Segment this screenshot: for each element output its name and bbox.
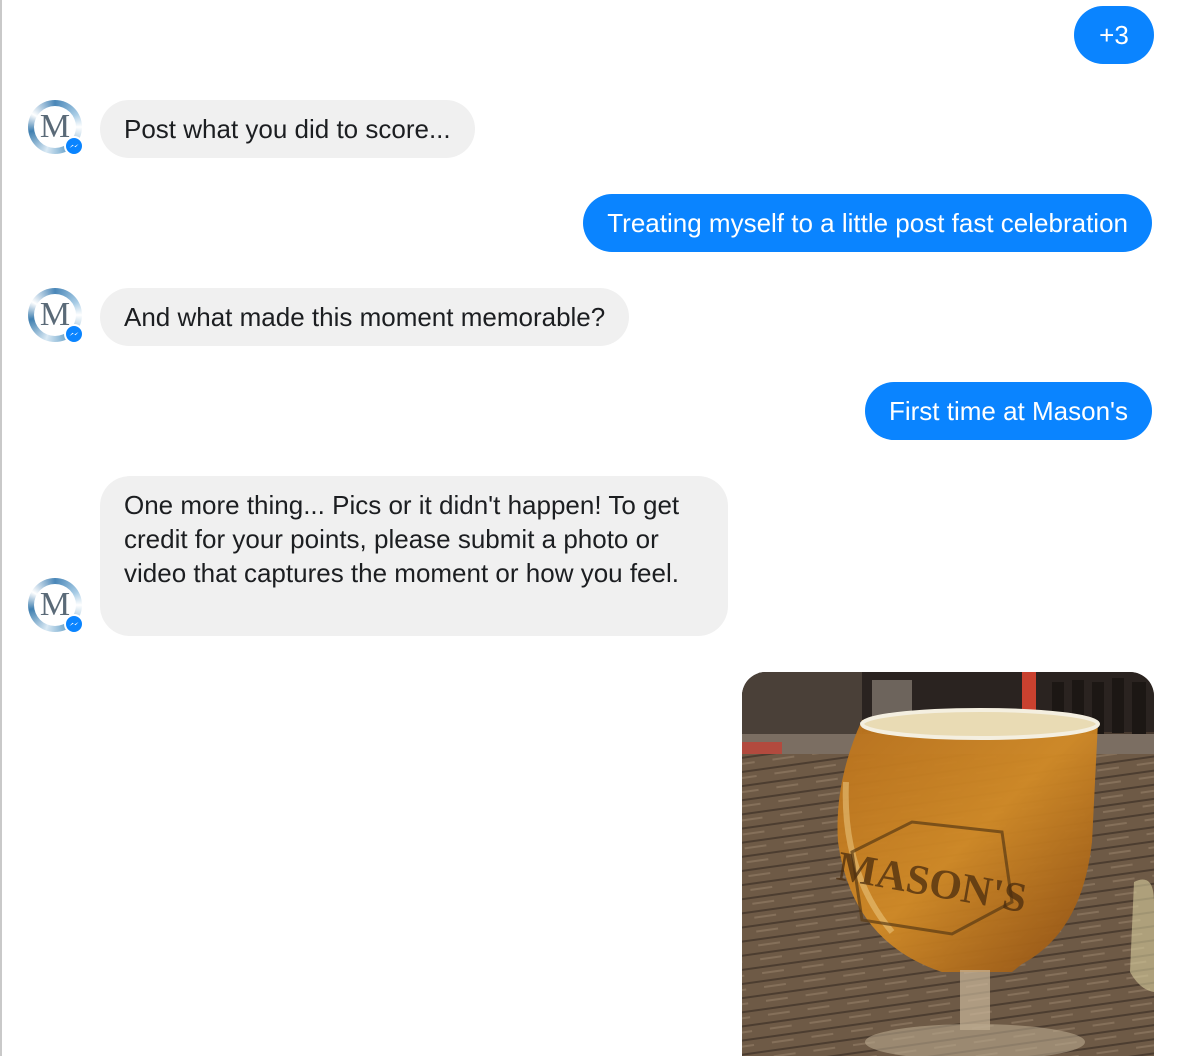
message-outgoing[interactable]: Treating myself to a little post fast ce… (583, 194, 1152, 252)
beer-glass-photo: MASON'S (742, 672, 1154, 1056)
message-incoming[interactable]: And what made this moment memorable? (100, 288, 630, 346)
bot-avatar[interactable]: M (28, 100, 84, 156)
messenger-icon (64, 614, 84, 634)
messenger-icon (64, 324, 84, 344)
message-incoming[interactable]: One more thing... Pics or it didn't happ… (100, 476, 728, 636)
message-outgoing[interactable]: First time at Mason's (864, 382, 1152, 440)
photo-attachment[interactable]: MASON'S (742, 672, 1154, 1056)
message-incoming[interactable]: Post what you did to score... (100, 100, 475, 158)
messenger-icon (64, 136, 84, 156)
message-outgoing[interactable]: +3 (1074, 6, 1154, 64)
bot-avatar[interactable]: M (28, 578, 84, 634)
bot-avatar[interactable]: M (28, 288, 84, 344)
chat-thread: +3 M Post what you did to score... Treat… (0, 0, 1185, 1056)
